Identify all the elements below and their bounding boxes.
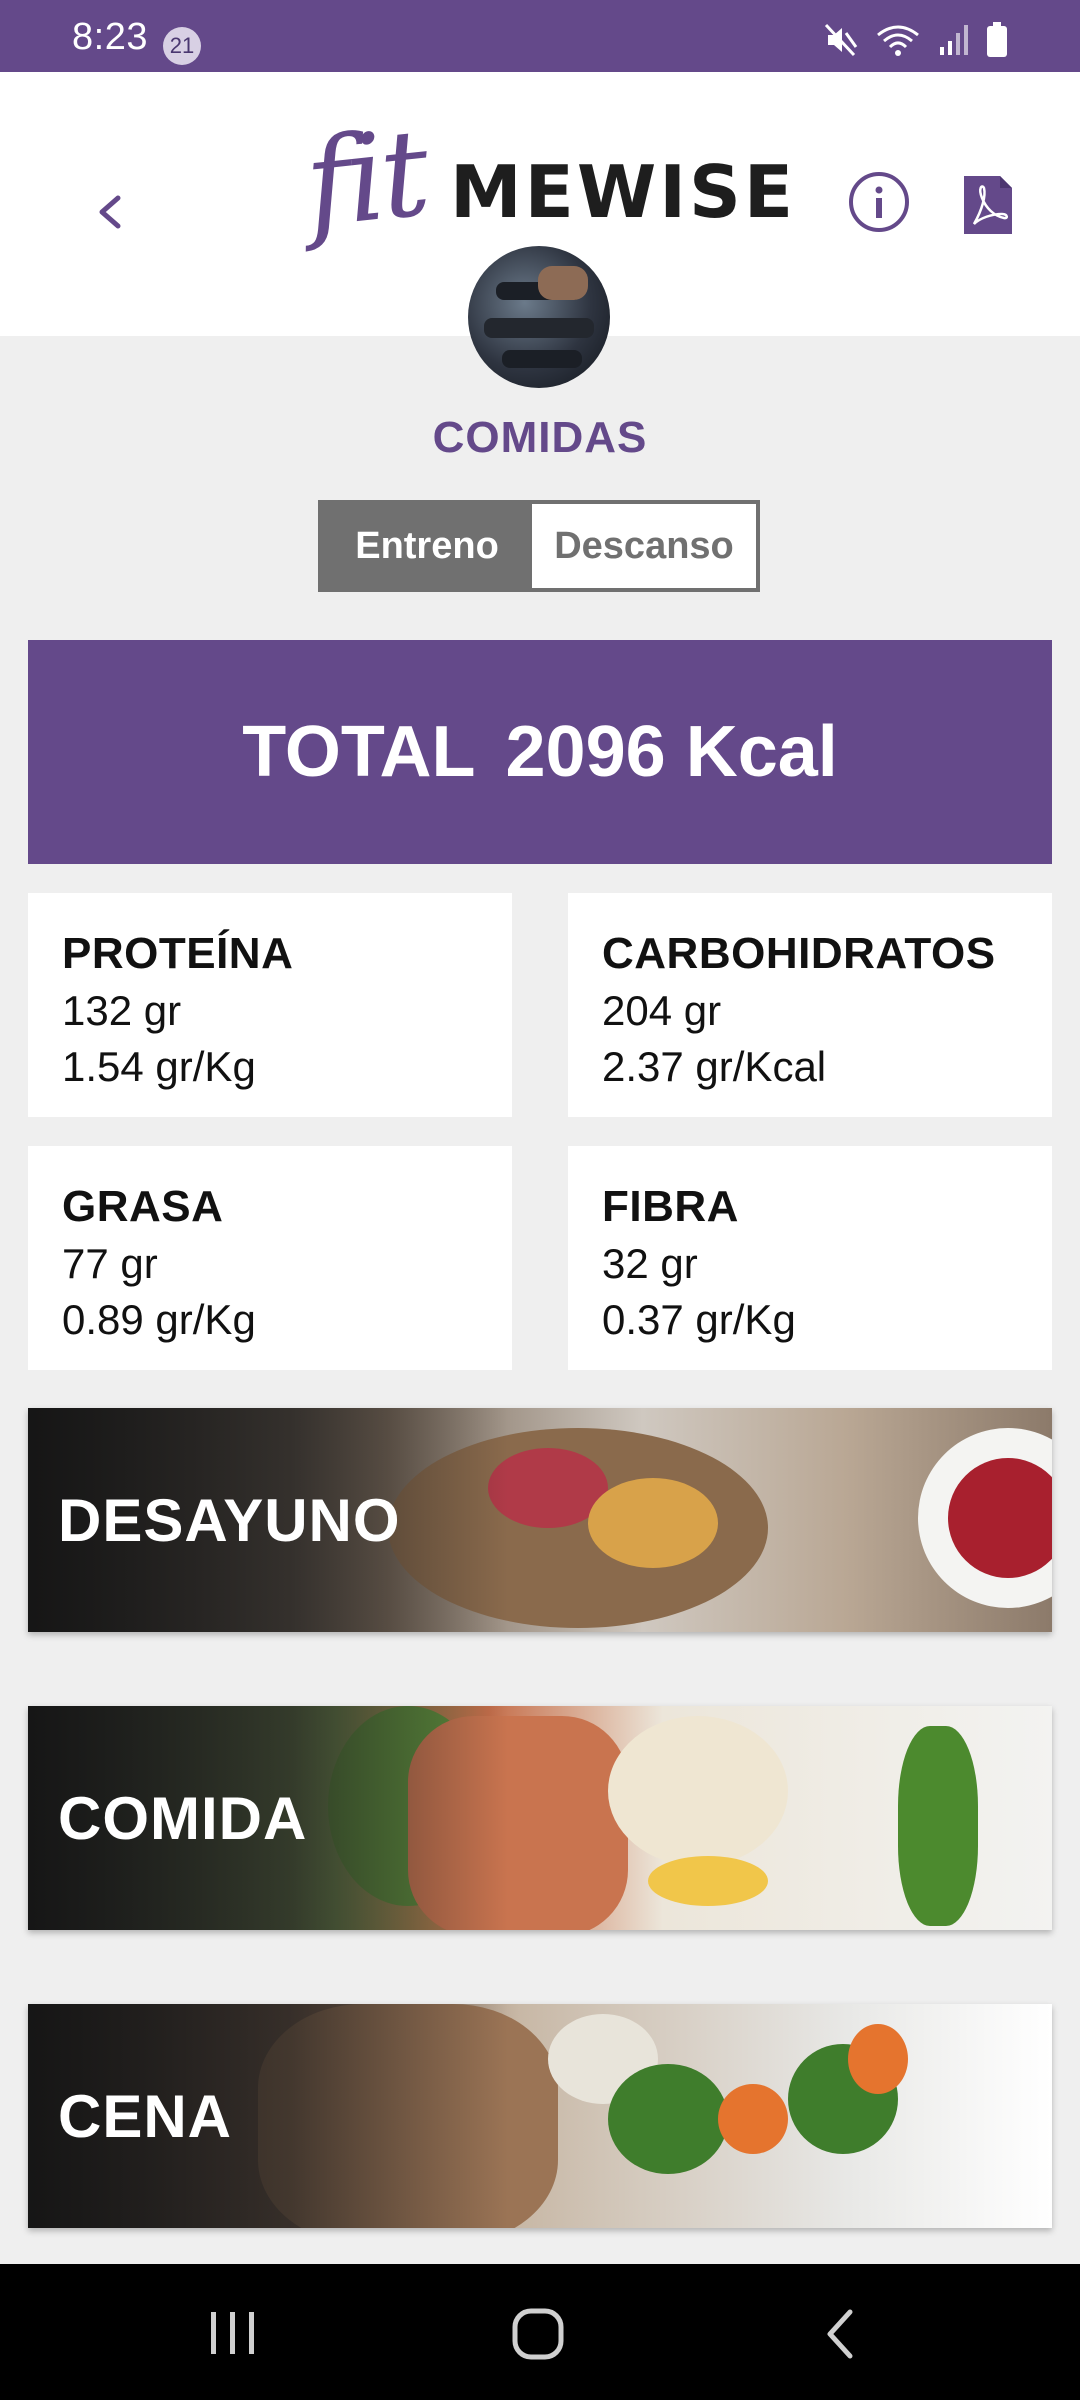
mute-icon [824,23,858,57]
recent-apps-icon[interactable] [205,2308,261,2358]
meal-label: COMIDA [58,1784,308,1852]
total-label: TOTAL [242,712,476,792]
back-icon[interactable] [818,2306,862,2362]
notification-count-badge: 21 [163,27,201,65]
macro-amount: 204 gr [602,987,722,1034]
macro-ratio: 1.54 gr/Kg [62,1043,256,1090]
info-button[interactable] [847,170,911,234]
training-rest-toggle: Entreno Descanso [318,500,760,592]
macro-ratio: 2.37 gr/Kcal [602,1043,827,1090]
macro-card-protein: PROTEÍNA 132 gr 1.54 gr/Kg [28,893,512,1117]
total-kcal-banner: TOTAL 2096 Kcal [28,640,1052,864]
macro-amount: 77 gr [62,1240,158,1287]
system-nav-bar [0,2264,1080,2400]
toggle-option-descanso[interactable]: Descanso [532,504,756,588]
macro-amount: 32 gr [602,1240,698,1287]
meal-banner-cena[interactable]: CENA [28,2004,1052,2228]
macro-card-fat: GRASA 77 gr 0.89 gr/Kg [28,1146,512,1370]
macro-name: GRASA [62,1182,224,1231]
macro-amount: 132 gr [62,987,182,1034]
meal-label: CENA [58,2082,233,2150]
status-icons [824,20,1008,60]
meal-banner-comida[interactable]: COMIDA [28,1706,1052,1930]
macro-ratio: 0.37 gr/Kg [602,1296,796,1343]
macro-name: FIBRA [602,1182,739,1231]
chevron-left-icon [99,195,121,229]
macro-card-fiber: FIBRA 32 gr 0.37 gr/Kg [568,1146,1052,1370]
meal-label: DESAYUNO [58,1486,401,1554]
avatar [468,246,610,388]
meal-banner-desayuno[interactable]: DESAYUNO [28,1408,1052,1632]
macro-card-carbs: CARBOHIDRATOS 204 gr 2.37 gr/Kcal [568,893,1052,1117]
toggle-option-entreno[interactable]: Entreno [322,504,532,588]
page-title: COMIDAS [432,413,648,462]
status-time: 8:23 [72,16,148,58]
status-bar: 8:23 21 [0,0,1080,72]
logo-wordmark: MEWISE [450,150,797,234]
wifi-icon [877,25,919,56]
pdf-button[interactable] [962,174,1014,236]
pdf-icon [964,176,1012,234]
macro-ratio: 0.89 gr/Kg [62,1296,256,1343]
back-button[interactable] [80,172,140,252]
home-icon[interactable] [510,2306,566,2362]
signal-icon [940,25,968,55]
logo-script: fit [299,104,432,255]
macro-name: PROTEÍNA [62,929,294,978]
info-icon [849,172,909,232]
total-value: 2096 Kcal [505,712,838,792]
macro-name: CARBOHIDRATOS [602,929,996,978]
battery-icon [987,22,1007,57]
